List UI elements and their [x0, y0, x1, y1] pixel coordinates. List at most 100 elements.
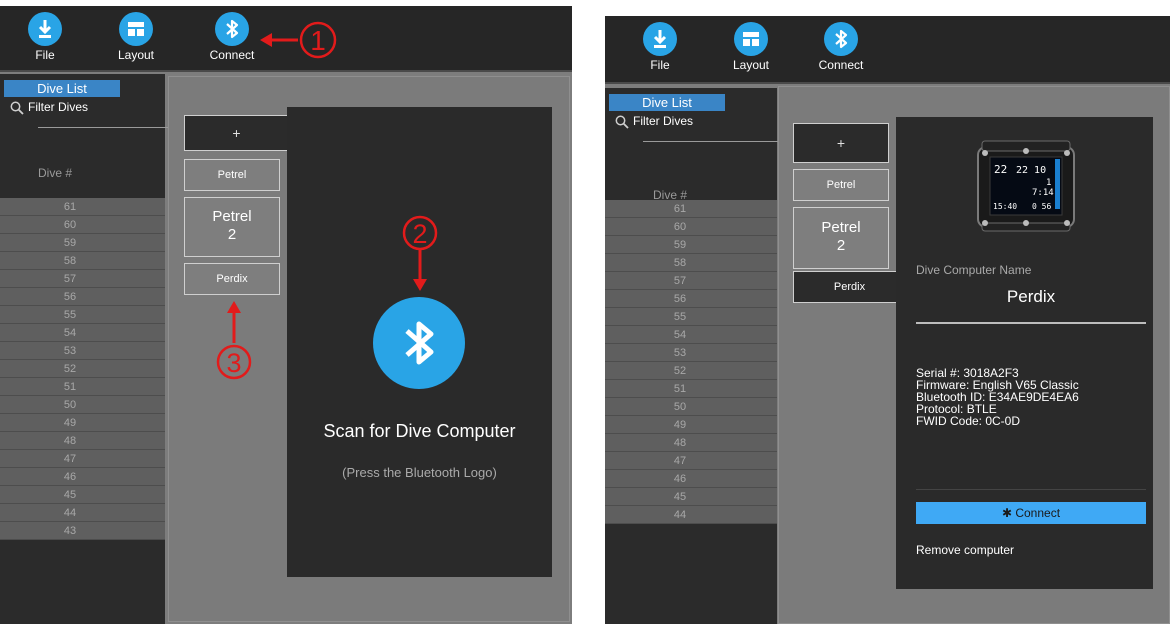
dive-row[interactable]: 49 — [605, 416, 777, 434]
filter-dives[interactable]: Filter Dives — [10, 98, 173, 128]
connect-button[interactable]: Connect — [810, 22, 872, 72]
dive-row[interactable]: 59 — [0, 234, 165, 252]
layout-button[interactable]: Layout — [720, 22, 782, 72]
dive-row[interactable]: 59 — [605, 236, 777, 254]
dive-number: 56 — [63, 291, 77, 303]
dive-row[interactable]: 58 — [0, 252, 165, 270]
dive-row[interactable]: 57 — [605, 272, 777, 290]
petrel2-line2: 2 — [227, 226, 237, 243]
filter-dives[interactable]: Filter Dives — [615, 112, 778, 142]
dive-row[interactable]: 56 — [0, 288, 165, 306]
petrel2-line1: Petrel — [212, 208, 252, 225]
dive-list: Dive List Filter Dives Dive # 61 60 59 58 57… — [605, 88, 778, 624]
step-3-arrow-icon: 3 — [216, 301, 252, 380]
connect-label: Connect — [209, 48, 255, 62]
dive-row[interactable]: 54 — [0, 324, 165, 342]
dive-row[interactable]: 57 — [0, 270, 165, 288]
dive-row[interactable]: 50 — [605, 398, 777, 416]
dive-number: 45 — [673, 491, 687, 503]
dive-number: 54 — [673, 329, 687, 341]
dive-row[interactable]: 52 — [0, 360, 165, 378]
remove-computer-link[interactable]: Remove computer — [916, 543, 1014, 557]
computer-petrel-2[interactable]: Petrel 2 — [184, 197, 280, 257]
dive-row[interactable]: 55 — [605, 308, 777, 326]
dive-number: 47 — [673, 455, 687, 467]
dive-row[interactable]: 58 — [605, 254, 777, 272]
dive-row[interactable]: 45 — [0, 486, 165, 504]
dive-list: Dive List Filter Dives Dive # 61 60 59 58 57… — [0, 74, 173, 624]
dive-rows: 61 60 59 58 57 56 55 54 53 52 51 50 49 48 47 46 45 44 43 — [0, 198, 165, 540]
connect-button[interactable]: Connect — [201, 12, 263, 62]
dive-row[interactable]: 52 — [605, 362, 777, 380]
computer-name-value[interactable]: Perdix — [916, 287, 1146, 307]
dive-number: 57 — [673, 275, 687, 287]
dive-row[interactable]: 48 — [0, 432, 165, 450]
svg-text:22: 22 — [994, 163, 1007, 176]
add-computer-button[interactable]: + — [793, 123, 889, 163]
dive-row[interactable]: 45 — [605, 488, 777, 506]
dive-row[interactable]: 53 — [605, 344, 777, 362]
tab-dive-list[interactable]: Dive List — [609, 94, 725, 111]
computer-petrel[interactable]: Petrel — [793, 169, 889, 201]
dive-number: 52 — [63, 363, 77, 375]
filter-label: Filter Dives — [28, 100, 89, 114]
file-button[interactable]: File — [629, 22, 691, 72]
step-1-label: 1 — [310, 25, 326, 56]
dive-row[interactable]: 55 — [0, 306, 165, 324]
dive-row[interactable]: 51 — [605, 380, 777, 398]
name-underline — [916, 322, 1146, 324]
dive-number: 50 — [673, 401, 687, 413]
bluetooth-icon — [215, 12, 249, 46]
dive-row[interactable]: 53 — [0, 342, 165, 360]
computer-perdix[interactable]: Perdix — [793, 271, 905, 303]
dive-row[interactable]: 46 — [0, 468, 165, 486]
computer-perdix[interactable]: Perdix — [184, 263, 280, 295]
file-button[interactable]: File — [14, 12, 76, 62]
dive-row[interactable]: 44 — [0, 504, 165, 522]
toolbar: File Layout Connect 1 — [0, 6, 572, 72]
dive-row[interactable]: 56 — [605, 290, 777, 308]
connect-computer-button[interactable]: ✱ Connect — [916, 502, 1146, 524]
dive-row[interactable]: 46 — [605, 470, 777, 488]
dive-row[interactable]: 44 — [605, 506, 777, 524]
computer-detail-card: 22 22 10 1 7:14 15:40 0 56 Dive Computer… — [896, 117, 1153, 589]
dive-row[interactable]: 43 — [0, 522, 165, 540]
dive-row[interactable]: 49 — [0, 414, 165, 432]
layout-icon — [734, 22, 768, 56]
search-icon — [10, 101, 24, 115]
scan-bluetooth-button[interactable] — [373, 297, 465, 389]
dive-row[interactable]: 50 — [0, 396, 165, 414]
dive-number: 49 — [63, 417, 77, 429]
svg-text:22 10: 22 10 — [1016, 165, 1046, 176]
dive-number: 60 — [673, 221, 687, 233]
dive-number: 61 — [673, 203, 687, 215]
dive-number: 58 — [63, 255, 77, 267]
dive-row[interactable]: 60 — [0, 216, 165, 234]
svg-text:0 56: 0 56 — [1032, 202, 1051, 211]
dive-row[interactable]: 51 — [0, 378, 165, 396]
petrel2-line2: 2 — [836, 237, 846, 254]
right-screenshot: File Layout Connect Dive List Filter Div… — [605, 16, 1170, 624]
computer-info: Serial #: 3018A2F3 Firmware: English V65… — [916, 367, 1079, 427]
computer-panel: + Petrel Petrel 2 Perdix 22 22 10 1 7:14… — [778, 86, 1170, 624]
dive-row[interactable]: 54 — [605, 326, 777, 344]
tab-dive-list[interactable]: Dive List — [4, 80, 120, 97]
computer-petrel-2[interactable]: Petrel 2 — [793, 207, 889, 269]
dive-row[interactable]: 47 — [605, 452, 777, 470]
add-computer-button[interactable]: + — [184, 115, 289, 151]
dive-number: 44 — [673, 509, 687, 521]
petrel2-line1: Petrel — [821, 219, 861, 236]
computer-petrel[interactable]: Petrel — [184, 159, 280, 191]
connect-label: Connect — [818, 58, 864, 72]
dive-row[interactable]: 47 — [0, 450, 165, 468]
dive-row[interactable]: 60 — [605, 218, 777, 236]
dive-row[interactable]: 61 — [605, 200, 777, 218]
dive-number: 51 — [63, 381, 77, 393]
svg-text:7:14: 7:14 — [1032, 188, 1054, 198]
dive-number: 46 — [63, 471, 77, 483]
layout-button[interactable]: Layout — [105, 12, 167, 62]
dive-row[interactable]: 48 — [605, 434, 777, 452]
dive-row[interactable]: 61 — [0, 198, 165, 216]
download-icon — [643, 22, 677, 56]
dive-number: 47 — [63, 453, 77, 465]
